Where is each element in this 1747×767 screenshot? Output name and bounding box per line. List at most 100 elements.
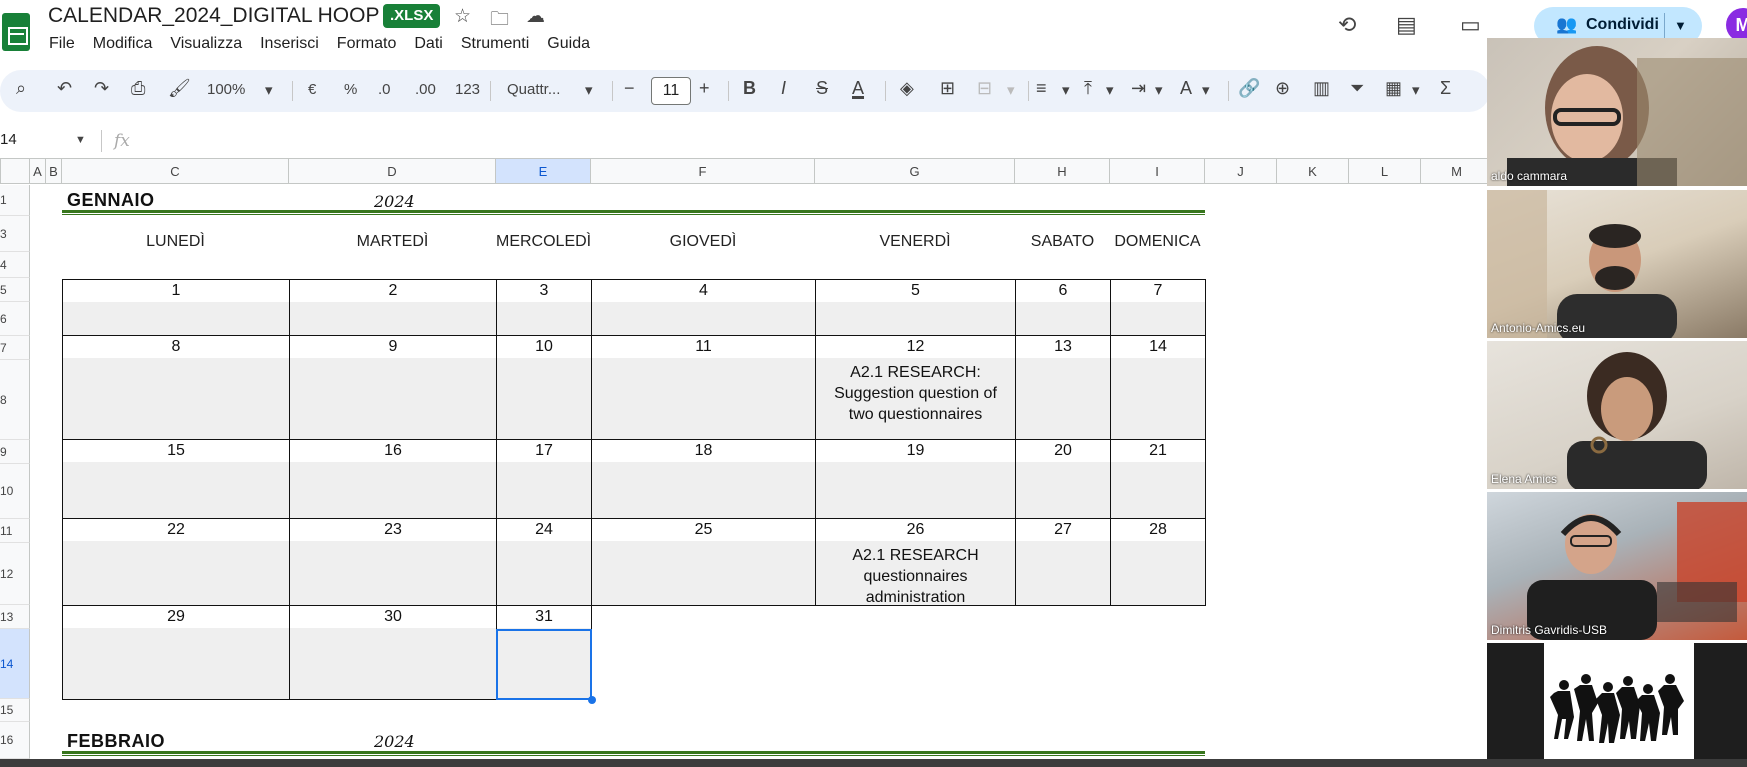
text-wrapping-icon[interactable]: ⇥ bbox=[1131, 78, 1146, 99]
select-all-corner[interactable] bbox=[0, 158, 30, 184]
functions-button[interactable]: Σ bbox=[1440, 78, 1451, 99]
row-header[interactable]: 8 bbox=[0, 360, 30, 440]
calendar-day-cell[interactable]: 29 bbox=[62, 605, 290, 700]
calendar-day-cell[interactable]: 9 bbox=[289, 335, 497, 440]
currency-format-button[interactable]: € bbox=[308, 81, 316, 98]
row-header[interactable]: 10 bbox=[0, 464, 30, 519]
font-dropdown-icon[interactable]: ▾ bbox=[585, 81, 593, 99]
menu-formato[interactable]: Formato bbox=[337, 35, 397, 53]
horizontal-align-icon[interactable]: ≡ bbox=[1036, 78, 1047, 99]
calendar-day-cell[interactable]: 17 bbox=[496, 439, 592, 519]
calendar-day-cell[interactable]: 26 A2.1 RESEARCH questionnaires administ… bbox=[815, 518, 1016, 606]
comments-icon[interactable]: ▤ bbox=[1396, 12, 1417, 38]
calendar-day-cell[interactable]: 18 bbox=[591, 439, 816, 519]
column-header-m[interactable]: M bbox=[1421, 158, 1493, 184]
fill-color-icon[interactable]: ◈ bbox=[900, 78, 914, 99]
calendar-day-cell[interactable]: 12 A2.1 RESEARCH: Suggestion question of… bbox=[815, 335, 1016, 440]
day-name[interactable]: DOMENICA bbox=[1110, 233, 1205, 251]
merge-dropdown-icon[interactable]: ▾ bbox=[1007, 81, 1015, 99]
month-title[interactable]: GENNAIO bbox=[67, 190, 155, 211]
column-header-d[interactable]: D bbox=[289, 158, 496, 184]
document-title[interactable]: CALENDAR_2024_DIGITAL HOOP bbox=[48, 4, 379, 28]
move-folder-icon[interactable]: 🗀 bbox=[490, 5, 509, 37]
next-month-year[interactable]: 2024 bbox=[374, 732, 415, 751]
percent-format-button[interactable]: % bbox=[344, 81, 357, 98]
menu-dati[interactable]: Dati bbox=[414, 35, 442, 53]
strikethrough-button[interactable]: S bbox=[816, 78, 828, 99]
calendar-day-cell[interactable]: 30 bbox=[289, 605, 497, 700]
menu-modifica[interactable]: Modifica bbox=[93, 35, 153, 53]
zoom-dropdown-icon[interactable]: ▾ bbox=[265, 81, 273, 99]
increase-font-size-button[interactable]: + bbox=[699, 78, 710, 99]
day-name[interactable]: GIOVEDÌ bbox=[591, 233, 815, 251]
column-header-k[interactable]: K bbox=[1277, 158, 1349, 184]
menu-guida[interactable]: Guida bbox=[547, 35, 590, 53]
column-header-f[interactable]: F bbox=[591, 158, 815, 184]
calendar-day-cell[interactable]: 28 bbox=[1110, 518, 1206, 606]
row-header[interactable]: 15 bbox=[0, 699, 30, 722]
calendar-day-cell[interactable]: 2 bbox=[289, 279, 497, 336]
day-name[interactable]: MARTEDÌ bbox=[289, 233, 496, 251]
calendar-day-cell[interactable]: 6 bbox=[1015, 279, 1111, 336]
calendar-day-cell[interactable]: 15 bbox=[62, 439, 290, 519]
column-header-i[interactable]: I bbox=[1110, 158, 1205, 184]
column-header-g[interactable]: G bbox=[815, 158, 1015, 184]
calendar-day-cell[interactable]: 3 bbox=[496, 279, 592, 336]
calendar-day-cell[interactable]: 8 bbox=[62, 335, 290, 440]
row-header[interactable]: 11 bbox=[0, 519, 30, 543]
filter-icon[interactable]: ⏷ bbox=[1350, 78, 1364, 99]
row-header[interactable]: 13 bbox=[0, 605, 30, 629]
vertical-align-icon[interactable]: ⤒ bbox=[1084, 78, 1092, 99]
calendar-day-cell[interactable]: 22 bbox=[62, 518, 290, 606]
row-header[interactable]: 3 bbox=[0, 216, 30, 252]
day-name[interactable]: VENERDÌ bbox=[815, 233, 1015, 251]
column-header-l[interactable]: L bbox=[1349, 158, 1421, 184]
calendar-day-cell[interactable]: 23 bbox=[289, 518, 497, 606]
increase-decimal-button[interactable]: .00 bbox=[415, 81, 436, 98]
version-history-icon[interactable]: ⟲ bbox=[1338, 12, 1356, 38]
video-tile[interactable]: Elena Amics bbox=[1487, 341, 1747, 489]
meet-icon[interactable]: ▭ bbox=[1460, 12, 1481, 38]
video-tile[interactable]: Antonio-Amics.eu bbox=[1487, 190, 1747, 338]
fill-handle[interactable] bbox=[588, 696, 596, 704]
filter-views-icon[interactable]: ▦ bbox=[1385, 78, 1402, 99]
search-menus-icon[interactable]: ⌕ bbox=[16, 78, 26, 99]
day-name[interactable]: LUNEDÌ bbox=[62, 233, 289, 251]
menu-visualizza[interactable]: Visualizza bbox=[170, 35, 242, 53]
row-header[interactable]: 5 bbox=[0, 278, 30, 302]
calendar-day-cell[interactable]: 10 bbox=[496, 335, 592, 440]
redo-icon[interactable]: ↷ bbox=[94, 78, 109, 99]
row-header[interactable]: 4 bbox=[0, 252, 30, 278]
row-header[interactable]: 7 bbox=[0, 336, 30, 360]
print-icon[interactable]: ⎙ bbox=[131, 78, 145, 99]
share-dropdown-icon[interactable]: ▼ bbox=[1674, 18, 1687, 33]
calendar-day-cell[interactable]: 24 bbox=[496, 518, 592, 606]
column-header-h[interactable]: H bbox=[1015, 158, 1110, 184]
day-name[interactable]: MERCOLEDÌ bbox=[496, 233, 591, 251]
video-tile[interactable]: aldo cammara bbox=[1487, 38, 1747, 186]
menu-inserisci[interactable]: Inserisci bbox=[260, 35, 319, 53]
column-header-c[interactable]: C bbox=[62, 158, 289, 184]
month-year[interactable]: 2024 bbox=[374, 192, 415, 211]
calendar-day-cell[interactable]: 14 bbox=[1110, 335, 1206, 440]
zoom-select[interactable]: 100% bbox=[207, 81, 245, 98]
menu-strumenti[interactable]: Strumenti bbox=[461, 35, 529, 53]
row-header[interactable]: 6 bbox=[0, 302, 30, 336]
cloud-status-icon[interactable]: ☁ bbox=[526, 5, 545, 28]
sheets-logo[interactable] bbox=[2, 13, 30, 51]
calendar-day-cell[interactable]: 13 bbox=[1015, 335, 1111, 440]
calendar-day-cell[interactable]: 27 bbox=[1015, 518, 1111, 606]
row-header[interactable]: 12 bbox=[0, 543, 30, 605]
calendar-day-cell[interactable]: 19 bbox=[815, 439, 1016, 519]
decrease-decimal-button[interactable]: .0 bbox=[378, 81, 391, 98]
calendar-day-cell[interactable]: 5 bbox=[815, 279, 1016, 336]
calendar-day-cell[interactable]: 4 bbox=[591, 279, 816, 336]
insert-chart-icon[interactable]: ▥ bbox=[1313, 78, 1330, 99]
calendar-day-cell[interactable]: 1 bbox=[62, 279, 290, 336]
calendar-day-cell[interactable]: 7 bbox=[1110, 279, 1206, 336]
row-header[interactable]: 16 bbox=[0, 722, 30, 759]
paint-format-icon[interactable]: 🖌 bbox=[168, 78, 191, 99]
column-header-e[interactable]: E bbox=[496, 158, 591, 184]
insert-link-icon[interactable]: 🔗 bbox=[1238, 78, 1260, 99]
column-header-j[interactable]: J bbox=[1205, 158, 1277, 184]
